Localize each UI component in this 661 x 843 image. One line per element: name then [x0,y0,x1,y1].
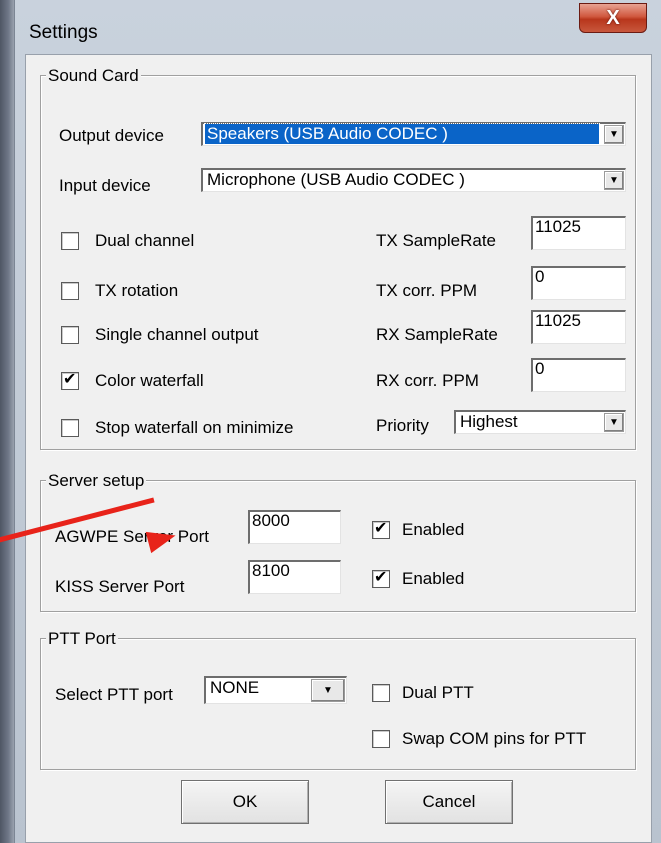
dual-ptt-checkbox[interactable] [372,684,390,702]
check-mark-icon: ✔ [63,371,77,388]
chevron-down-icon[interactable]: ▼ [604,413,624,432]
server-setup-group: Server setup AGWPE Server Port 8000 ✔ En… [40,471,636,612]
priority-label: Priority [376,416,429,435]
settings-dialog: Settings X Sound Card Output device Spea… [14,0,661,843]
chevron-down-icon[interactable]: ▼ [604,125,624,144]
window-title: Settings [29,22,98,43]
sound-card-group-title: Sound Card [46,66,141,86]
input-device-select[interactable]: Microphone (USB Audio CODEC ) ▼ [201,168,626,192]
output-device-value: Speakers (USB Audio CODEC ) [204,123,600,145]
output-device-label: Output device [59,126,164,145]
dialog-body: Sound Card Output device Speakers (USB A… [25,54,652,843]
tx-corr-label: TX corr. PPM [376,281,478,300]
ptt-port-value: NONE [210,678,260,697]
agwpe-port-input[interactable]: 8000 [248,510,341,544]
input-device-value: Microphone (USB Audio CODEC ) [207,170,465,189]
input-device-label: Input device [59,176,151,195]
dual-ptt-label: Dual PTT [402,683,474,702]
chevron-down-icon[interactable]: ▼ [604,171,624,190]
sound-card-group: Sound Card Output device Speakers (USB A… [40,66,636,450]
swap-com-pins-checkbox[interactable] [372,730,390,748]
check-mark-icon: ✔ [374,569,388,586]
single-channel-output-label: Single channel output [95,325,259,344]
kiss-port-label: KISS Server Port [55,577,185,596]
rx-corr-input[interactable]: 0 [531,358,626,392]
swap-com-pins-label: Swap COM pins for PTT [402,729,587,748]
agwpe-enabled-checkbox[interactable]: ✔ [372,520,390,539]
stop-waterfall-label: Stop waterfall on minimize [95,418,294,437]
ptt-port-select[interactable]: NONE ▼ [204,676,347,704]
rx-corr-label: RX corr. PPM [376,371,479,390]
kiss-enabled-label: Enabled [402,569,465,588]
stop-waterfall-checkbox[interactable] [61,419,79,437]
dual-channel-checkbox[interactable] [61,232,79,250]
priority-select[interactable]: Highest ▼ [454,410,626,434]
cancel-button[interactable]: Cancel [385,780,513,824]
priority-value: Highest [460,412,518,431]
server-setup-group-title: Server setup [46,471,147,491]
dual-channel-label: Dual channel [95,231,195,250]
output-device-select[interactable]: Speakers (USB Audio CODEC ) ▼ [201,122,626,146]
color-waterfall-checkbox[interactable]: ✔ [61,371,79,390]
kiss-port-input[interactable]: 8100 [248,560,341,594]
close-icon: X [606,7,620,29]
color-waterfall-label: Color waterfall [95,371,204,390]
kiss-enabled-checkbox[interactable]: ✔ [372,569,390,588]
tx-samplerate-label: TX SampleRate [376,231,496,250]
tx-rotation-checkbox[interactable] [61,282,79,300]
single-channel-output-checkbox[interactable] [61,326,79,344]
chevron-down-icon[interactable]: ▼ [311,679,345,702]
ptt-port-group-title: PTT Port [46,629,118,649]
ptt-port-group: PTT Port Select PTT port NONE ▼ Dual PTT… [40,629,636,770]
tx-rotation-label: TX rotation [95,281,179,300]
rx-samplerate-label: RX SampleRate [376,325,498,344]
tx-corr-input[interactable]: 0 [531,266,626,300]
desktop-background [0,0,14,843]
agwpe-port-label: AGWPE Server Port [55,527,209,546]
select-ptt-port-label: Select PTT port [55,685,173,704]
check-mark-icon: ✔ [374,520,388,537]
agwpe-enabled-label: Enabled [402,520,465,539]
ok-button[interactable]: OK [181,780,309,824]
close-button[interactable]: X [579,3,647,33]
tx-samplerate-input[interactable]: 11025 [531,216,626,250]
rx-samplerate-input[interactable]: 11025 [531,310,626,344]
title-bar[interactable]: Settings X [15,0,661,62]
